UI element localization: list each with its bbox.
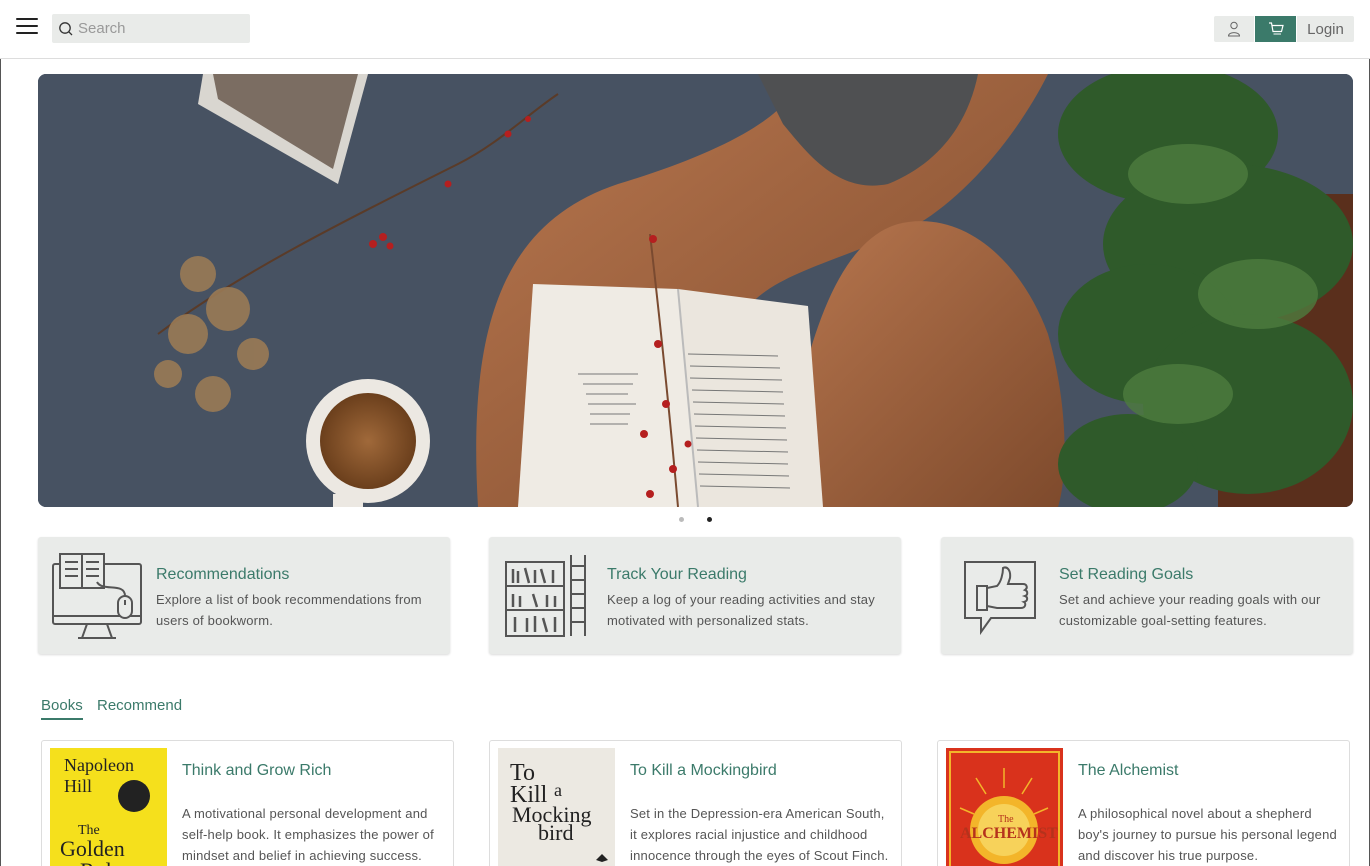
book-cover-image[interactable]: To Kill a Mocking bird (498, 748, 615, 866)
book-description: A philosophical novel about a shepherd b… (1078, 806, 1337, 863)
cover-text: Napoleon (64, 755, 134, 775)
cart-button[interactable] (1255, 16, 1296, 42)
thumbs-up-icon (964, 561, 1036, 636)
feature-description: Set and achieve your reading goals with … (1059, 592, 1321, 628)
hero-carousel (38, 74, 1353, 507)
computer-book-icon (52, 553, 142, 639)
hero-image (38, 74, 1353, 507)
feature-title: Recommendations (156, 566, 290, 583)
cover-text: a (554, 780, 562, 800)
book-title[interactable]: Think and Grow Rich (182, 762, 331, 780)
search-input[interactable] (78, 20, 238, 37)
cart-icon (1268, 22, 1284, 35)
user-button[interactable] (1214, 16, 1254, 42)
user-icon (1227, 21, 1241, 37)
top-navbar: Login (0, 0, 1370, 59)
cover-text: Hill (64, 776, 92, 796)
search-icon (59, 21, 73, 35)
book-title[interactable]: The Alchemist (1078, 762, 1178, 780)
feature-card-recommendations[interactable]: Recommendations Explore a list of book r… (38, 537, 450, 654)
book-card[interactable]: To Kill a Mocking bird To Kill a Mocking… (489, 740, 902, 866)
cover-text: Rules (80, 858, 130, 866)
book-description: Set in the Depression-era American South… (630, 806, 889, 863)
feature-card-track-reading[interactable]: Track Your Reading Keep a log of your re… (489, 537, 901, 654)
feature-title: Track Your Reading (607, 566, 747, 583)
active-tab-indicator (41, 718, 83, 720)
book-cover-image[interactable]: Napoleon Hill The Golden Rules (50, 748, 167, 866)
feature-description: Keep a log of your reading activities an… (607, 592, 875, 628)
book-card[interactable]: Napoleon Hill The Golden Rules Think and… (41, 740, 454, 866)
cover-text: ALCHEMIST (960, 825, 1058, 842)
cover-text: bird (538, 820, 573, 845)
hamburger-menu-icon[interactable] (16, 18, 38, 36)
book-title[interactable]: To Kill a Mockingbird (630, 762, 777, 780)
book-description: A motivational personal development and … (182, 806, 434, 863)
feature-description: Explore a list of book recommendations f… (156, 592, 422, 628)
login-button[interactable]: Login (1297, 16, 1354, 42)
carousel-dot-1[interactable] (679, 517, 684, 522)
tab-books[interactable]: Books (41, 697, 83, 714)
search-bar[interactable] (52, 14, 250, 43)
feature-card-reading-goals[interactable]: Set Reading Goals Set and achieve your r… (941, 537, 1353, 654)
book-card[interactable]: The ALCHEMIST The Alchemist A philosophi… (937, 740, 1350, 866)
tab-recommend[interactable]: Recommend (97, 697, 182, 714)
cover-text: The (998, 814, 1014, 825)
carousel-dot-2-active[interactable] (707, 517, 712, 522)
bookshelf-ladder-icon (505, 555, 586, 637)
feature-title: Set Reading Goals (1059, 566, 1194, 583)
carousel-indicators (0, 517, 1370, 525)
book-cover-image[interactable]: The ALCHEMIST (946, 748, 1063, 866)
